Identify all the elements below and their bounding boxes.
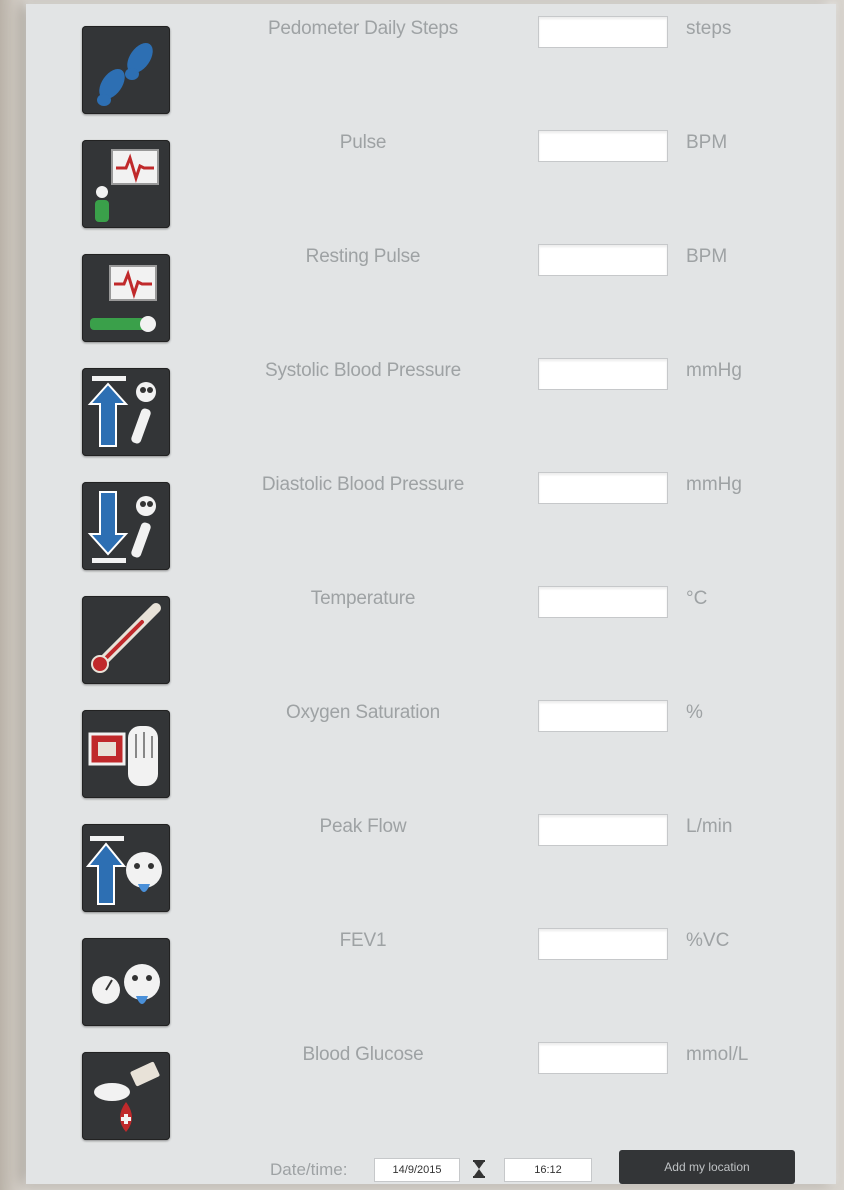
peak-flow-input[interactable] <box>538 814 668 846</box>
measurement-unit: BPM <box>686 246 728 267</box>
diastolic-pressure-icon <box>82 482 170 570</box>
oximeter-icon <box>82 710 170 798</box>
measurement-unit: mmol/L <box>686 1044 749 1065</box>
datetime-footer: Date/time: Add my location <box>26 1150 836 1190</box>
measurement-label: Oxygen Saturation <box>286 702 440 723</box>
measurement-row-systolic: Systolic Blood Pressure mmHg <box>26 346 836 460</box>
measurements-panel: Pedometer Daily Steps steps Pulse BPM Re… <box>26 4 836 1184</box>
pulse-input[interactable] <box>538 130 668 162</box>
diastolic-input[interactable] <box>538 472 668 504</box>
peak-flow-icon <box>82 824 170 912</box>
measurement-row-pulse: Pulse BPM <box>26 118 836 232</box>
systolic-input[interactable] <box>538 358 668 390</box>
systolic-pressure-icon <box>82 368 170 456</box>
fev1-icon <box>82 938 170 1026</box>
measurement-row-diastolic: Diastolic Blood Pressure mmHg <box>26 460 836 574</box>
measurement-label: Resting Pulse <box>305 246 421 267</box>
measurement-unit: mmHg <box>686 474 742 495</box>
measurement-label: Diastolic Blood Pressure <box>261 474 465 495</box>
hourglass-icon[interactable] <box>472 1160 486 1178</box>
fev1-input[interactable] <box>538 928 668 960</box>
measurement-label: FEV1 <box>339 930 387 951</box>
measurement-unit: BPM <box>686 132 728 153</box>
datetime-label: Date/time: <box>270 1160 348 1179</box>
measurement-unit: %VC <box>686 930 730 951</box>
measurement-unit: % <box>686 702 703 723</box>
date-input[interactable] <box>374 1158 460 1182</box>
temperature-input[interactable] <box>538 586 668 618</box>
resting-pulse-icon <box>82 254 170 342</box>
measurement-unit: steps <box>686 18 732 39</box>
measurement-unit: mmHg <box>686 360 742 381</box>
measurement-label: Systolic Blood Pressure <box>264 360 462 381</box>
measurement-row-resting-pulse: Resting Pulse BPM <box>26 232 836 346</box>
resting-pulse-input[interactable] <box>538 244 668 276</box>
measurement-row-fev1: FEV1 %VC <box>26 916 836 1030</box>
blood-glucose-input[interactable] <box>538 1042 668 1074</box>
measurement-label: Blood Glucose <box>302 1044 424 1065</box>
thermometer-icon <box>82 596 170 684</box>
measurement-label: Pulse <box>339 132 387 153</box>
measurement-row-temperature: Temperature °C <box>26 574 836 688</box>
measurement-row-blood-glucose: Blood Glucose mmol/L <box>26 1030 836 1144</box>
measurement-label: Peak Flow <box>319 816 407 837</box>
pulse-monitor-icon <box>82 140 170 228</box>
blood-glucose-icon <box>82 1052 170 1140</box>
measurement-unit: L/min <box>686 816 733 837</box>
pedometer-input[interactable] <box>538 16 668 48</box>
measurement-row-pedometer: Pedometer Daily Steps steps <box>26 4 836 118</box>
oxygen-input[interactable] <box>538 700 668 732</box>
add-location-button[interactable]: Add my location <box>619 1150 795 1184</box>
measurement-row-oxygen: Oxygen Saturation % <box>26 688 836 802</box>
time-input[interactable] <box>504 1158 592 1182</box>
measurement-row-peak-flow: Peak Flow L/min <box>26 802 836 916</box>
measurement-label: Temperature <box>310 588 416 609</box>
footprints-icon <box>82 26 170 114</box>
measurement-unit: °C <box>686 588 708 609</box>
measurement-label: Pedometer Daily Steps <box>267 18 459 39</box>
